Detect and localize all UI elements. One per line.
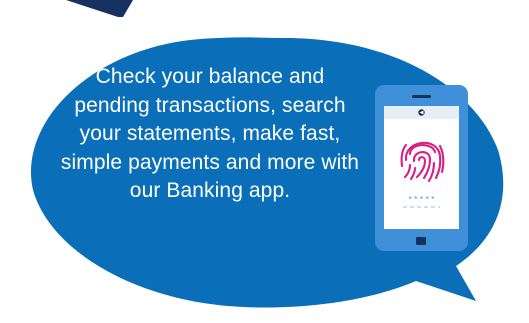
top-corner-shape [66, 0, 133, 17]
phone-screen [384, 106, 459, 229]
bank-logo-icon [418, 109, 425, 116]
smartphone-icon: * * * * * [375, 85, 468, 251]
phone-speaker [412, 95, 431, 98]
phone-home-button [416, 237, 426, 245]
promo-message: Check your balance and pending transacti… [60, 65, 360, 202]
promo-illustration: * * * * * Check your balance and pending… [0, 0, 529, 323]
pin-mask: * * * * * [409, 194, 436, 204]
